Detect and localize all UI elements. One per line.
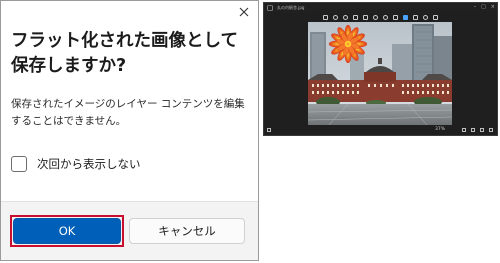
viewer-titlebar: 丸の内駅舎.jpg – □ × — [264, 3, 497, 13]
zoom-in-small-icon[interactable] — [471, 128, 475, 132]
fit-to-window-icon[interactable] — [480, 128, 484, 132]
save-flattened-dialog: フラット化された画像として保存しますか? 保存されたイメージのレイヤー コンテン… — [0, 0, 259, 261]
window-controls: – □ × — [474, 4, 495, 10]
dont-show-again-option[interactable]: 次回から表示しない — [11, 154, 141, 174]
dialog-message: 保存されたイメージのレイヤー コンテンツを編集することはできません。 — [11, 98, 245, 127]
viewer-toolbar — [264, 13, 497, 22]
rotate-icon[interactable] — [353, 15, 358, 20]
zoom-out-small-icon[interactable] — [462, 128, 466, 132]
zoom-out-icon[interactable] — [343, 15, 348, 20]
close-icon-glyph — [239, 7, 249, 17]
screenshot-page: フラット化された画像として保存しますか? 保存されたイメージのレイヤー コンテン… — [0, 0, 500, 263]
maximize-icon[interactable]: □ — [481, 4, 486, 10]
viewer-filename: 丸の内駅舎.jpg — [277, 5, 305, 10]
dont-show-again-label: 次回から表示しない — [37, 157, 141, 171]
zoom-level: 37% — [434, 127, 445, 132]
viewer-statusbar: 37% — [264, 125, 497, 135]
dialog-footer: OK キャンセル — [1, 201, 258, 260]
dont-show-again-checkbox[interactable] — [11, 156, 27, 172]
photo-viewer-window: 丸の内駅舎.jpg – □ × 37% — [263, 2, 498, 136]
filmstrip-icon[interactable] — [267, 128, 271, 132]
zoom-in-icon[interactable] — [333, 15, 338, 20]
image-icon[interactable] — [323, 15, 328, 20]
sticker-icon[interactable] — [423, 15, 428, 20]
cancel-button[interactable]: キャンセル — [129, 218, 245, 244]
adjust-icon[interactable] — [373, 15, 378, 20]
fullscreen-icon[interactable] — [489, 128, 493, 132]
tokyo-station-photo — [308, 22, 452, 126]
photo-canvas[interactable] — [308, 22, 452, 126]
edit-icon[interactable] — [413, 15, 418, 20]
dialog-title: フラット化された画像として保存しますか? — [11, 31, 238, 76]
heart-icon[interactable] — [383, 15, 388, 20]
window-close-icon[interactable]: × — [491, 4, 495, 10]
ok-button[interactable]: OK — [13, 218, 121, 244]
minimize-icon[interactable]: – — [474, 4, 477, 10]
crop-icon[interactable] — [363, 15, 368, 20]
app-icon — [267, 5, 273, 11]
more-icon[interactable] — [433, 15, 438, 20]
close-icon[interactable] — [236, 4, 252, 20]
statusbar-controls — [462, 128, 493, 132]
delete-icon[interactable] — [393, 15, 398, 20]
share-icon[interactable] — [403, 15, 408, 20]
